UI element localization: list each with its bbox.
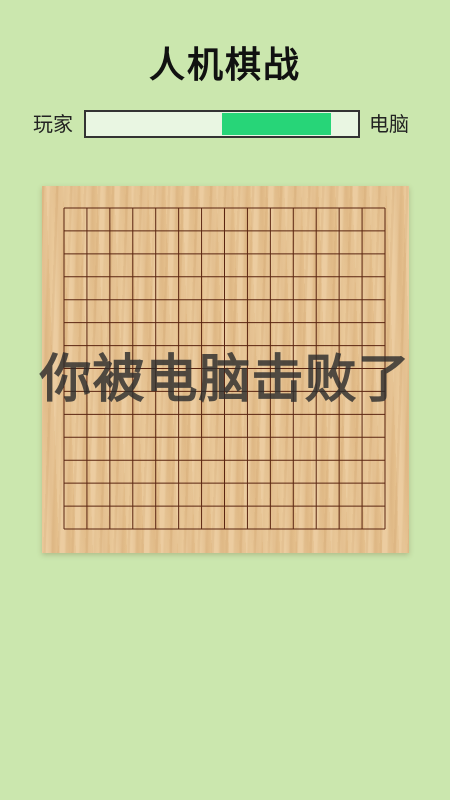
game-result-message: 你被电脑击败了	[39, 350, 411, 410]
player-label: 玩家	[33, 112, 73, 136]
score-progress-bar	[84, 110, 360, 138]
computer-label: 电脑	[369, 112, 409, 136]
score-progress-fill	[222, 113, 331, 135]
page-title: 人机棋战	[148, 45, 301, 86]
